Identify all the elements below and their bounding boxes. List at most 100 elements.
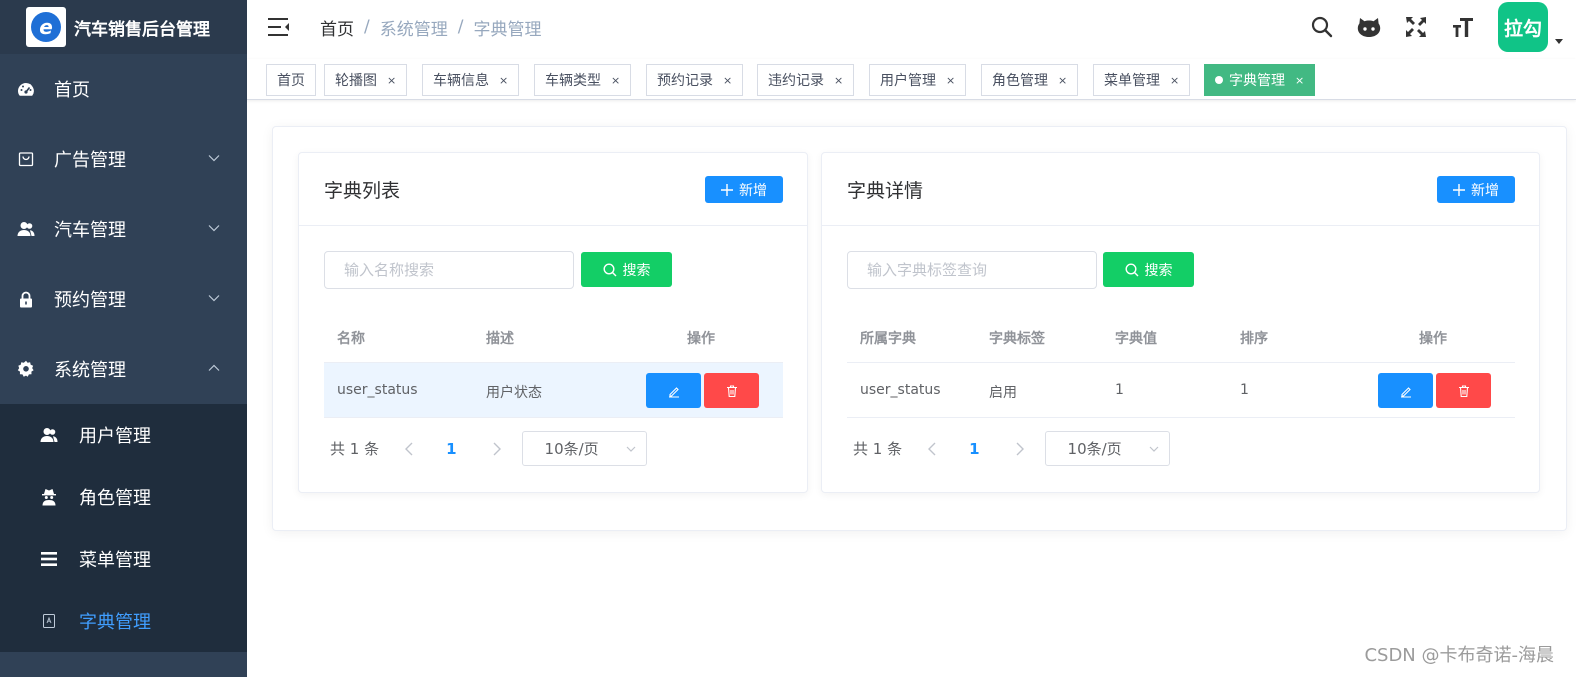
sidebar-subitem-label: 菜单管理 (79, 550, 151, 571)
add-label: 新增 (1471, 182, 1499, 199)
breadcrumb: 首页 / 系统管理 / 字典管理 (320, 15, 541, 40)
gear-icon (17, 360, 35, 378)
close-icon[interactable]: × (723, 74, 732, 87)
tag-label: 用户管理 (880, 73, 936, 89)
pagination-page[interactable]: 1 (446, 440, 456, 458)
tag-violation-records[interactable]: 违约记录 × (757, 64, 855, 96)
search-button[interactable]: 搜索 (1103, 252, 1194, 287)
add-label: 新增 (739, 182, 767, 199)
panel-title: 字典列表 (324, 180, 401, 202)
caret-down-icon[interactable] (1554, 36, 1564, 46)
edit-icon (668, 386, 679, 398)
column-header: 字典值 (1115, 331, 1157, 347)
tag-label: 轮播图 (335, 73, 377, 89)
tag-label: 车辆信息 (433, 73, 489, 89)
table-row[interactable]: user_status 用户状态 (324, 363, 783, 418)
logo-bar[interactable]: e 汽车销售后台管理 (0, 0, 247, 54)
sidebar-item-system[interactable]: 系统管理 (0, 334, 247, 404)
chevron-right-icon[interactable] (490, 442, 504, 456)
chevron-down-icon (208, 225, 220, 232)
users-icon (17, 220, 35, 238)
tag-menu-management[interactable]: 菜单管理 × (1093, 64, 1191, 96)
sidebar-item-ads[interactable]: 广告管理 (0, 124, 247, 194)
close-icon[interactable]: × (499, 74, 508, 87)
cell-value: 1 (1115, 382, 1124, 398)
sidebar-item-label: 汽车管理 (54, 220, 126, 241)
chevron-down-icon (208, 295, 220, 302)
pagination-page[interactable]: 1 (969, 440, 979, 458)
chevron-right-icon[interactable] (1013, 442, 1027, 456)
chevron-up-icon (208, 364, 220, 371)
search-button[interactable]: 搜索 (581, 252, 672, 287)
sidebar-subitem-dict[interactable]: 字典管理 (0, 590, 247, 652)
sidebar-item-home[interactable]: 首页 (0, 54, 247, 124)
search-icon (602, 262, 617, 277)
tag-vehicle-type[interactable]: 车辆类型 × (534, 64, 632, 96)
users-icon (40, 426, 58, 444)
sidebar-item-cars[interactable]: 汽车管理 (0, 194, 247, 264)
dictionary-icon (40, 612, 58, 630)
github-icon[interactable] (1357, 15, 1381, 39)
close-icon[interactable]: × (611, 74, 620, 87)
app-title: 汽车销售后台管理 (74, 19, 210, 40)
sidebar-subitem-roles[interactable]: 角色管理 (0, 466, 247, 528)
tag-carousel[interactable]: 轮播图 × (324, 64, 408, 96)
panel-header: 字典列表 新增 (299, 153, 807, 226)
name-search-input[interactable] (324, 251, 574, 289)
add-dict-item-button[interactable]: 新增 (1437, 176, 1515, 203)
column-header: 字典标签 (989, 331, 1045, 347)
chevron-down-icon (208, 155, 220, 162)
cell-name: user_status (337, 382, 418, 398)
trash-icon (726, 384, 737, 397)
search-icon[interactable] (1310, 15, 1334, 39)
fullscreen-icon[interactable] (1404, 15, 1428, 39)
header-right: 拉勾 (1310, 0, 1576, 54)
sidebar-subitem-users[interactable]: 用户管理 (0, 404, 247, 466)
tag-user-management[interactable]: 用户管理 × (869, 64, 967, 96)
tag-role-management[interactable]: 角色管理 × (981, 64, 1079, 96)
breadcrumb-home[interactable]: 首页 (320, 15, 354, 40)
close-icon[interactable]: × (1058, 74, 1067, 87)
text-size-icon[interactable] (1451, 15, 1475, 39)
chevron-left-icon[interactable] (925, 442, 939, 456)
tag-dict-management[interactable]: 字典管理 × (1204, 64, 1316, 96)
plus-icon (721, 183, 733, 196)
pagination: 共 1 条 1 10条/页 (330, 431, 647, 466)
avatar[interactable]: 拉勾 (1498, 2, 1548, 52)
submenu-system: 用户管理 角色管理 菜单管理 字典管理 (0, 404, 247, 652)
sidebar-item-label: 广告管理 (54, 150, 126, 171)
dict-table: 名称 描述 操作 user_status 用户状态 (324, 311, 783, 418)
table-row[interactable]: user_status 启用 1 1 (847, 363, 1515, 418)
lock-icon (17, 290, 35, 308)
edit-button[interactable] (1378, 373, 1433, 408)
breadcrumb-separator: / (457, 17, 464, 37)
tag-label: 违约记录 (768, 73, 824, 89)
sidebar-item-label: 预约管理 (54, 290, 126, 311)
shopping-bag-icon (17, 150, 35, 168)
close-icon[interactable]: × (1170, 74, 1179, 87)
sidebar-subitem-menus[interactable]: 菜单管理 (0, 528, 247, 590)
cell-sort: 1 (1240, 382, 1249, 398)
chevron-left-icon[interactable] (402, 442, 416, 456)
spy-icon (40, 488, 58, 506)
sidebar-item-booking[interactable]: 预约管理 (0, 264, 247, 334)
page-size-select[interactable]: 10条/页 (521, 431, 647, 466)
label-search-input[interactable] (847, 251, 1097, 289)
hamburger-icon[interactable] (268, 17, 290, 37)
close-icon[interactable]: × (834, 74, 843, 87)
tag-label: 字典管理 (1229, 73, 1285, 89)
delete-button[interactable] (704, 373, 759, 408)
add-dict-button[interactable]: 新增 (705, 176, 783, 203)
close-icon[interactable]: × (946, 74, 955, 87)
sidebar-item-label: 系统管理 (54, 360, 126, 381)
close-icon[interactable]: × (1295, 74, 1304, 87)
page-size-value: 10条/页 (1067, 440, 1122, 458)
tag-home[interactable]: 首页 (266, 64, 316, 96)
delete-button[interactable] (1436, 373, 1491, 408)
tag-booking-records[interactable]: 预约记录 × (646, 64, 744, 96)
sidebar-item-label: 首页 (54, 80, 90, 101)
page-size-select[interactable]: 10条/页 (1044, 431, 1170, 466)
edit-button[interactable] (646, 373, 701, 408)
tag-vehicle-info[interactable]: 车辆信息 × (422, 64, 520, 96)
close-icon[interactable]: × (387, 74, 396, 87)
